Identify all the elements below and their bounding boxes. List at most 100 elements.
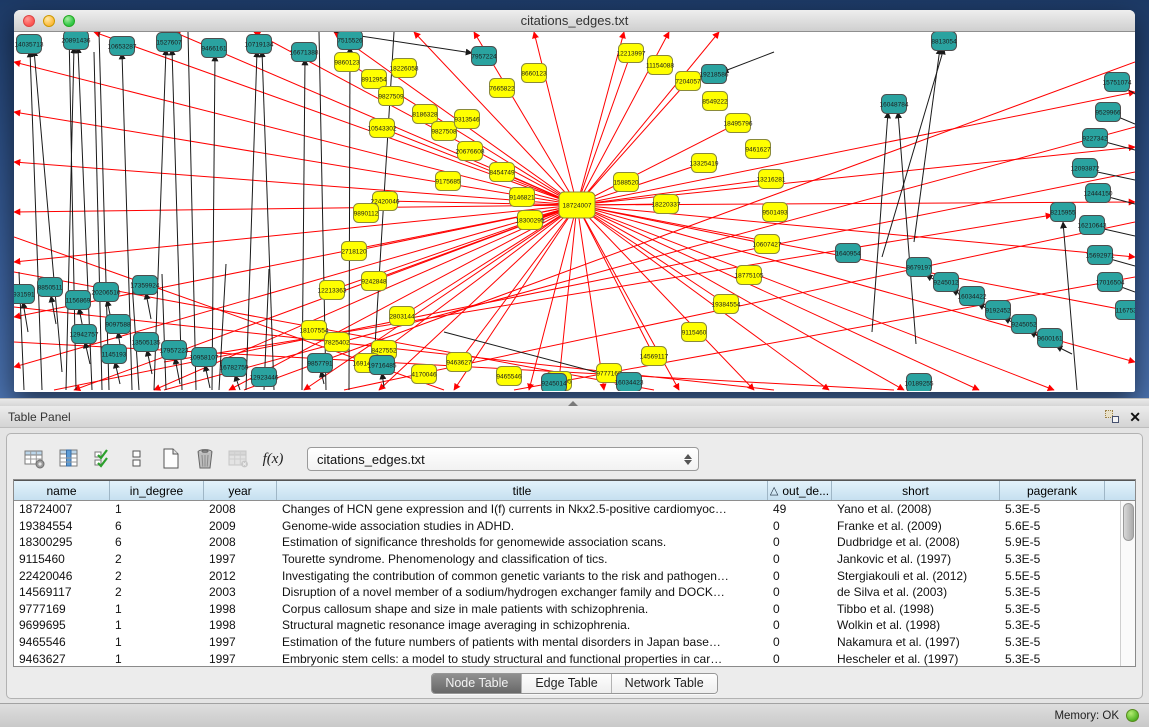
table-cell[interactable]: 1 [110,635,204,649]
table-row[interactable]: 977716911998Corpus callosum shape and si… [14,601,1120,618]
table-cell[interactable]: 1 [110,602,204,616]
network-edge[interactable] [382,128,577,205]
network-node[interactable]: 1156869 [66,291,91,310]
network-edge[interactable] [188,32,196,390]
network-node[interactable]: 14569117 [640,347,669,366]
splitter-collapse-icon[interactable] [568,401,578,406]
network-edge[interactable] [559,205,577,381]
minimize-window-button[interactable] [43,15,55,27]
network-node[interactable]: 9175685 [435,172,461,191]
network-node[interactable]: 1527607 [156,33,182,52]
tab-network-table[interactable]: Network Table [612,674,717,693]
network-edge[interactable] [459,205,577,362]
network-node[interactable]: 9227342 [1082,129,1108,148]
network-node[interactable]: 17957223 [160,341,189,360]
column-header-year[interactable]: year [204,481,277,500]
column-header-in_degree[interactable]: in_degree [110,481,204,500]
table-cell[interactable]: Stergiakouli et al. (2012) [832,569,1000,583]
network-node[interactable]: 9827509 [378,87,404,106]
network-node[interactable]: 9860123 [334,53,360,72]
network-node[interactable]: 17016504 [1096,273,1125,292]
table-row[interactable]: 2242004622012Investigating the contribut… [14,567,1120,584]
network-node[interactable]: 7957224 [471,47,497,66]
network-node[interactable]: 9245052 [1011,315,1037,334]
close-panel-icon[interactable]: ✕ [1129,410,1141,424]
network-node[interactable]: 1640954 [835,244,861,263]
network-node[interactable]: 8912954 [361,70,387,89]
network-edge[interactable] [235,375,240,390]
network-node[interactable]: 8813054 [931,32,957,51]
table-cell[interactable]: 5.3E-5 [1000,635,1105,649]
network-node[interactable]: 9501493 [762,203,788,222]
table-cell[interactable]: 1998 [204,618,277,632]
table-cell[interactable]: 1997 [204,552,277,566]
table-cell[interactable]: Wolkin et al. (1998) [832,618,1000,632]
table-cell[interactable]: Corpus callosum shape and size in male p… [277,602,768,616]
network-node[interactable]: 7825402 [324,333,350,352]
network-node[interactable]: 10653287 [108,37,137,56]
table-settings-icon[interactable] [21,445,49,473]
network-node[interactable]: 8454749 [489,163,515,182]
table-cell[interactable]: 0 [768,519,832,533]
scrollbar-thumb[interactable] [1123,503,1134,541]
network-node[interactable]: 9463627 [446,353,472,372]
tab-node-table[interactable]: Node Table [432,674,522,693]
network-edge[interactable] [898,112,916,344]
network-node[interactable]: 16034422 [958,287,987,306]
network-node[interactable]: 8660123 [521,64,547,83]
network-node[interactable]: 10719134 [245,35,274,54]
network-edge[interactable] [23,302,28,332]
network-node[interactable]: 1588520 [613,173,639,192]
table-cell[interactable]: 6 [110,535,204,549]
network-node[interactable]: 16671388 [290,43,319,62]
network-edge[interactable] [246,51,257,390]
table-cell[interactable]: 1 [110,502,204,516]
table-cell[interactable]: 0 [768,535,832,549]
table-scrollbar[interactable] [1120,501,1135,666]
network-node[interactable]: 9466161 [201,39,227,58]
network-edge[interactable] [722,52,774,72]
table-cell[interactable]: Investigating the contribution of common… [277,569,768,583]
column-header-name[interactable]: name [14,481,110,500]
network-edge[interactable] [1063,222,1077,390]
table-row[interactable]: 969969511998Structural magnetic resonanc… [14,617,1120,634]
table-cell[interactable]: 9465546 [14,635,110,649]
network-node[interactable]: 8549222 [702,92,728,111]
network-node[interactable]: 20891436 [62,32,91,50]
table-cell[interactable]: 9777169 [14,602,110,616]
table-cell[interactable]: 2008 [204,502,277,516]
table-cell[interactable]: 14569117 [14,585,110,599]
network-node[interactable]: 9600161 [1037,329,1063,348]
table-cell[interactable]: 5.3E-5 [1000,502,1105,516]
network-node[interactable]: 12093872 [1071,159,1100,178]
network-node[interactable]: 9313546 [454,110,480,129]
table-cell[interactable]: 5.3E-5 [1000,552,1105,566]
table-cell[interactable]: 9699695 [14,618,110,632]
table-cell[interactable]: 0 [768,618,832,632]
table-cell[interactable]: Jankovic et al. (1997) [832,552,1000,566]
table-row[interactable]: 946362711997Embryonic stem cells: a mode… [14,650,1120,666]
network-edge[interactable] [205,365,210,388]
table-cell[interactable]: 2 [110,552,204,566]
network-edge[interactable] [172,49,182,390]
table-cell[interactable]: 2012 [204,569,277,583]
table-cell[interactable]: 1997 [204,635,277,649]
delete-trash-icon[interactable] [191,445,219,473]
function-builder-icon[interactable]: f(x) [259,445,287,473]
network-node[interactable]: 18220337 [652,195,681,214]
network-edge[interactable] [14,112,577,205]
network-node[interactable]: 16048784 [880,95,909,114]
table-cell[interactable]: Estimation of significance thresholds fo… [277,535,768,549]
network-edge[interactable] [577,205,829,390]
network-edge[interactable] [577,92,1135,205]
network-node[interactable]: 9097588 [105,315,131,334]
table-cell[interactable]: 49 [768,502,832,516]
table-cell[interactable]: 1997 [204,652,277,666]
table-cell[interactable]: 0 [768,569,832,583]
network-node[interactable]: 9242848 [361,272,387,291]
network-edge[interactable] [14,205,577,212]
network-edge[interactable] [229,205,577,390]
network-node[interactable]: 16034423 [615,373,644,392]
table-cell[interactable]: 2 [110,569,204,583]
column-header-pagerank[interactable]: pagerank [1000,481,1105,500]
